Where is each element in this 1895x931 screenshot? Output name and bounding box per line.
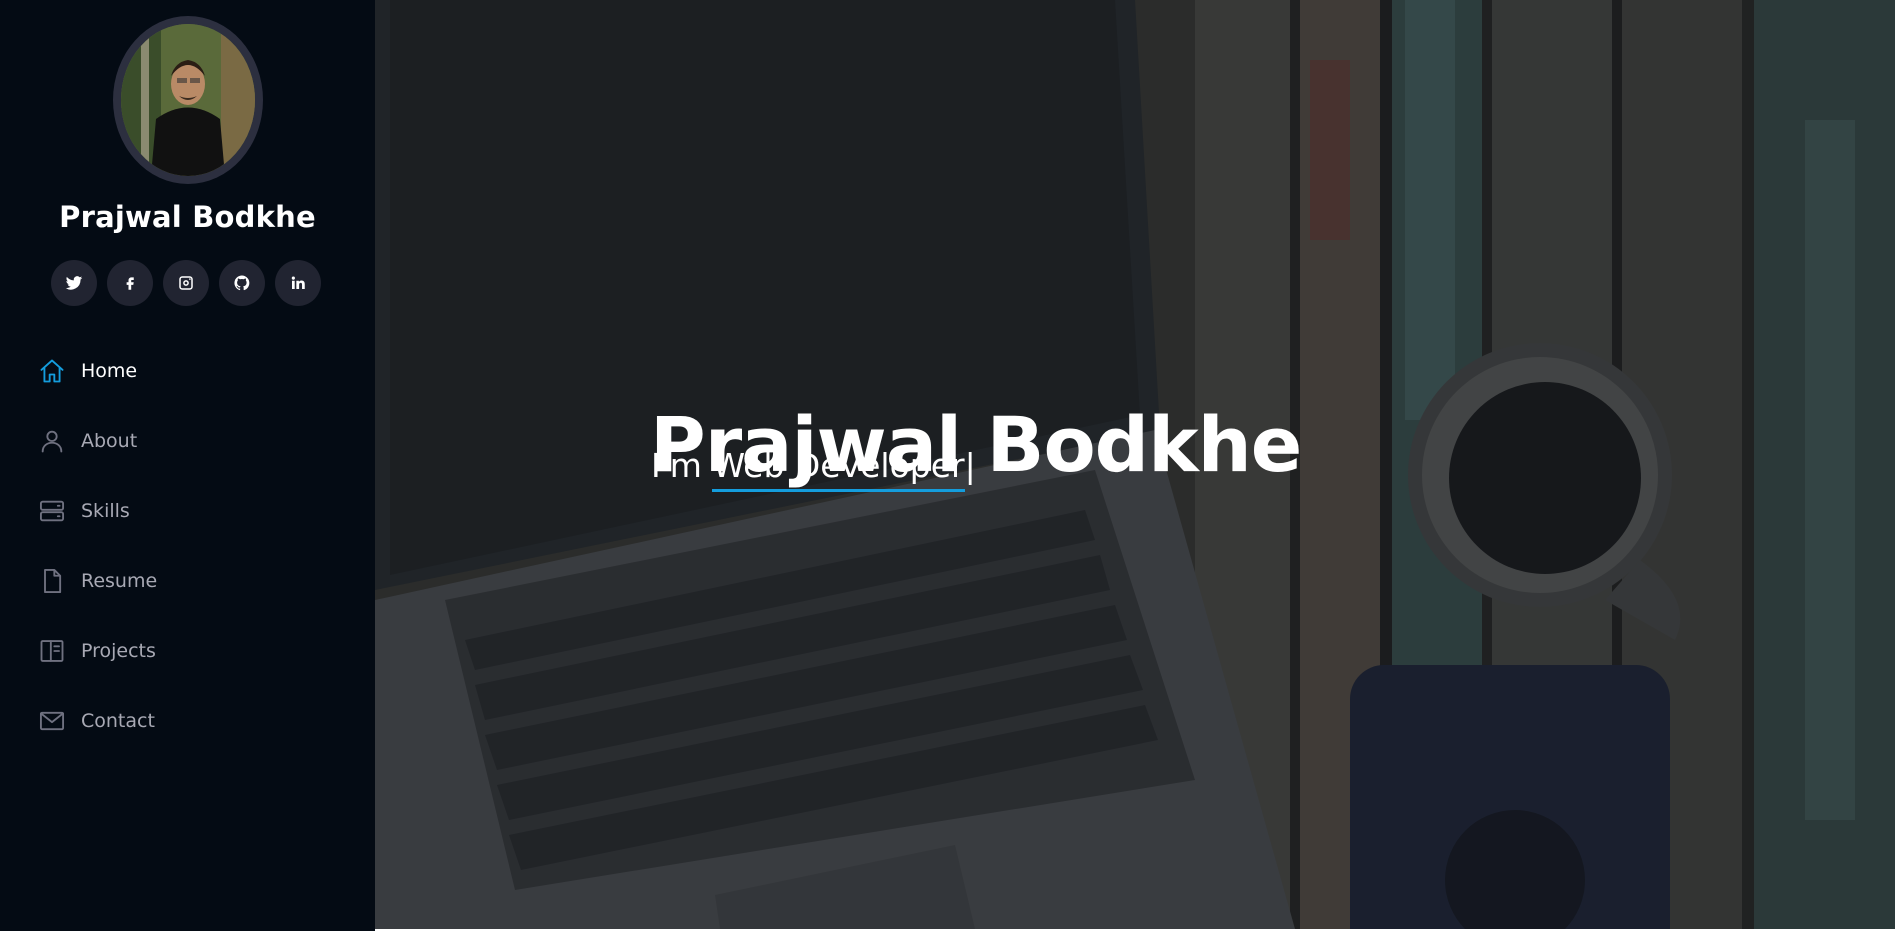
hero-section: Prajwal Bodkhe I'm Web Developer| <box>375 0 1895 929</box>
nav-item-label: Skills <box>81 500 130 522</box>
sidebar: Prajwal Bodkhe Home About Skills Resume … <box>0 0 375 931</box>
social-links <box>51 260 321 306</box>
nav-item-label: Home <box>81 360 138 382</box>
instagram-icon <box>179 276 193 290</box>
subtitle-prefix: I'm <box>651 446 713 485</box>
avatar <box>121 24 255 176</box>
github-button[interactable] <box>219 260 265 306</box>
person-icon <box>41 430 63 453</box>
twitter-icon <box>65 276 83 290</box>
nav-item-home[interactable]: Home <box>38 348 157 394</box>
facebook-button[interactable] <box>107 260 153 306</box>
facebook-icon <box>126 277 134 290</box>
nav-menu: Home About Skills Resume Projects Contac… <box>38 348 157 768</box>
home-icon <box>40 359 64 383</box>
server-icon <box>39 500 65 522</box>
nav-item-label: Resume <box>81 570 158 592</box>
nav-item-resume[interactable]: Resume <box>38 558 157 604</box>
book-icon <box>40 640 64 662</box>
linkedin-icon <box>291 276 305 289</box>
nav-item-skills[interactable]: Skills <box>38 488 157 534</box>
avatar-frame <box>113 16 263 184</box>
nav-item-label: Projects <box>81 640 156 662</box>
typed-role-text: Web Developer <box>712 446 965 492</box>
github-icon <box>234 275 250 291</box>
linkedin-button[interactable] <box>275 260 321 306</box>
nav-item-projects[interactable]: Projects <box>38 628 157 674</box>
hero-subtitle: I'm Web Developer| <box>651 444 976 492</box>
profile-name: Prajwal Bodkhe <box>59 200 316 234</box>
twitter-button[interactable] <box>51 260 97 306</box>
nav-item-contact[interactable]: Contact <box>38 698 157 744</box>
nav-item-about[interactable]: About <box>38 418 157 464</box>
envelope-icon <box>39 711 65 731</box>
nav-item-label: Contact <box>81 710 155 732</box>
typing-cursor: | <box>964 446 976 485</box>
nav-item-label: About <box>81 430 138 452</box>
profile-photo <box>121 24 255 176</box>
file-icon <box>44 568 62 594</box>
instagram-button[interactable] <box>163 260 209 306</box>
